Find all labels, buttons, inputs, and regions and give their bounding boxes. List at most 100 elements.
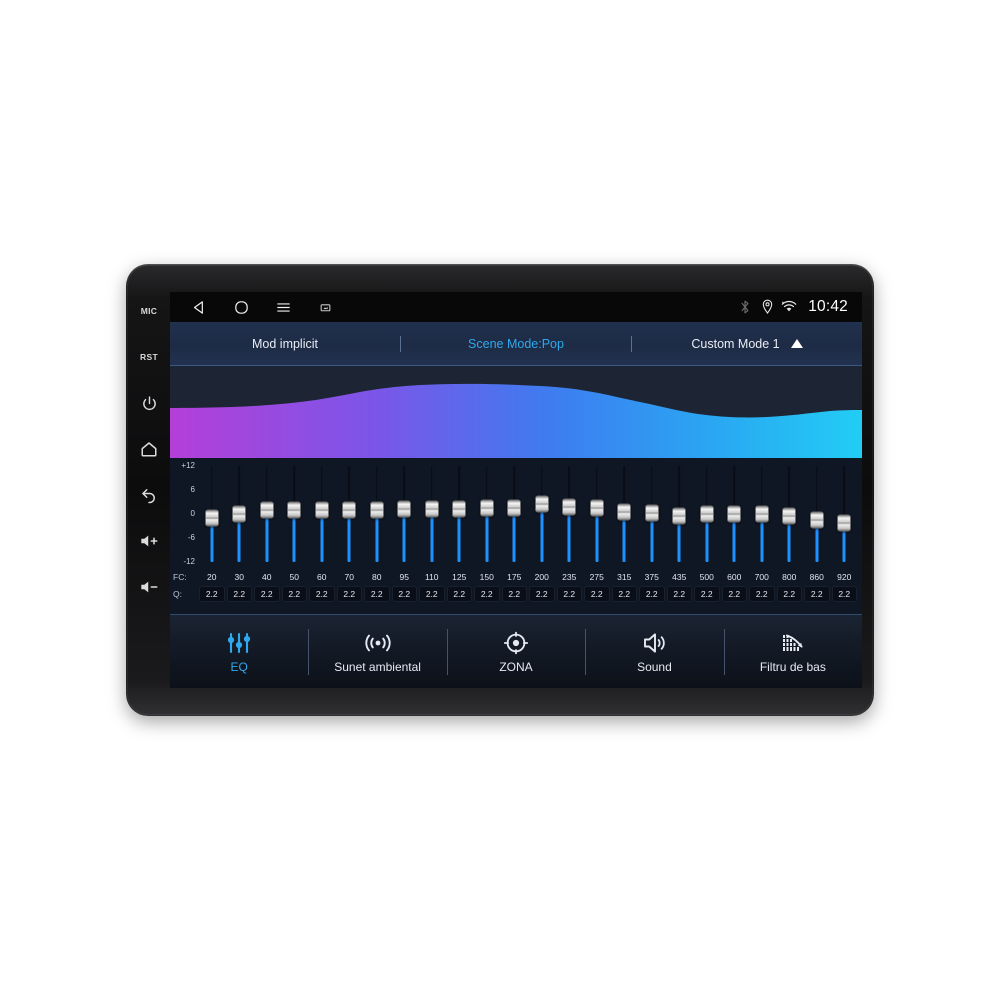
eq-band-knob[interactable] (809, 511, 824, 529)
eq-band-knob[interactable] (369, 501, 384, 519)
mode-default-button[interactable]: Mod implicit (170, 322, 400, 365)
mic-key[interactable]: MIC (126, 288, 172, 334)
eq-band-frequency: 80 (372, 572, 382, 582)
tab-zona[interactable]: ZONA (446, 615, 585, 688)
audio-visualizer (170, 366, 862, 458)
volume-up-key[interactable] (126, 518, 172, 564)
eq-band-q-value[interactable]: 2.2 (199, 585, 225, 602)
mode-custom-button[interactable]: Custom Mode 1 (632, 322, 862, 365)
eq-band-frequency: 30 (234, 572, 244, 582)
eq-band-slider[interactable] (748, 462, 776, 566)
back-triangle-icon (193, 300, 203, 314)
eq-band-knob[interactable] (754, 505, 769, 523)
eq-band-slider[interactable] (666, 462, 694, 566)
eq-band-knob[interactable] (397, 500, 412, 518)
eq-band-knob[interactable] (782, 507, 797, 525)
eq-band-track-lower (402, 517, 406, 562)
tab-eq[interactable]: EQ (170, 615, 308, 688)
eq-band-q-value[interactable]: 2.2 (776, 585, 802, 602)
volume-down-key[interactable] (126, 564, 172, 610)
eq-band-slider[interactable] (281, 462, 309, 566)
eq-band-q-value[interactable]: 2.2 (281, 585, 307, 602)
eq-band-q-value[interactable]: 2.2 (666, 585, 692, 602)
tab-ambient-sound[interactable]: Sunet ambiental (308, 615, 446, 688)
eq-band-frequency: 20 (207, 572, 217, 582)
eq-band-slider[interactable] (336, 462, 364, 566)
eq-band-q-value[interactable]: 2.2 (336, 585, 362, 602)
eq-band-slider[interactable] (308, 462, 336, 566)
eq-band-q-value[interactable]: 2.2 (556, 585, 582, 602)
eq-band-slider[interactable] (198, 462, 226, 566)
eq-band-slider[interactable] (611, 462, 639, 566)
power-key[interactable] (126, 380, 172, 426)
eq-band-slider[interactable] (363, 462, 391, 566)
eq-band-q-value[interactable]: 2.2 (226, 585, 252, 602)
eq-band-q-value[interactable]: 2.2 (501, 585, 527, 602)
eq-band-slider[interactable] (528, 462, 556, 566)
eq-band-q-value[interactable]: 2.2 (254, 585, 280, 602)
eq-band-q-value[interactable]: 2.2 (639, 585, 665, 602)
eq-band-slider[interactable] (473, 462, 501, 566)
eq-band-slider[interactable] (501, 462, 529, 566)
eq-band-knob[interactable] (507, 499, 522, 517)
eq-band-slider[interactable] (803, 462, 831, 566)
nav-back-button[interactable] (178, 292, 220, 322)
eq-band-q-value[interactable]: 2.2 (309, 585, 335, 602)
eq-band-knob[interactable] (617, 503, 632, 521)
eq-band-q-value[interactable]: 2.2 (529, 585, 555, 602)
back-key[interactable] (126, 472, 172, 518)
eq-band-knob[interactable] (672, 507, 687, 525)
tab-sound[interactable]: Sound (585, 615, 723, 688)
eq-band-knob[interactable] (699, 505, 714, 523)
mode-scene-button[interactable]: Scene Mode:Pop (401, 322, 631, 365)
eq-band-q-value[interactable]: 2.2 (831, 585, 857, 602)
eq-band-q-value[interactable]: 2.2 (364, 585, 390, 602)
eq-band-knob[interactable] (259, 501, 274, 519)
eq-band-q-value[interactable]: 2.2 (694, 585, 720, 602)
eq-band-knob[interactable] (562, 498, 577, 516)
eq-band-knob[interactable] (644, 504, 659, 522)
eq-band-knob[interactable] (727, 505, 742, 523)
eq-band-knob[interactable] (232, 505, 247, 523)
eq-band-q-value[interactable]: 2.2 (721, 585, 747, 602)
eq-band-slider[interactable] (226, 462, 254, 566)
eq-band-slider[interactable] (638, 462, 666, 566)
eq-band-slider[interactable] (721, 462, 749, 566)
wifi-icon (781, 300, 797, 312)
home-key[interactable] (126, 426, 172, 472)
eq-band-q-value[interactable]: 2.2 (804, 585, 830, 602)
eq-band-slider[interactable] (253, 462, 281, 566)
eq-band-slider[interactable] (418, 462, 446, 566)
eq-band-q-value[interactable]: 2.2 (446, 585, 472, 602)
eq-band-slider[interactable] (391, 462, 419, 566)
eq-band-q-value[interactable]: 2.2 (749, 585, 775, 602)
eq-band-slider[interactable] (776, 462, 804, 566)
eq-band-knob[interactable] (314, 501, 329, 519)
nav-home-button[interactable] (220, 292, 262, 322)
eq-band-q-value[interactable]: 2.2 (391, 585, 417, 602)
eq-band-q-value[interactable]: 2.2 (419, 585, 445, 602)
expand-up-icon[interactable] (790, 339, 803, 348)
eq-band-knob[interactable] (837, 514, 852, 532)
nav-screenshot-button[interactable] (304, 292, 346, 322)
eq-band-slider[interactable] (831, 462, 859, 566)
eq-band-knob[interactable] (424, 500, 439, 518)
eq-band-slider[interactable] (446, 462, 474, 566)
eq-band-knob[interactable] (479, 499, 494, 517)
eq-band-slider[interactable] (583, 462, 611, 566)
eq-band-knob[interactable] (589, 499, 604, 517)
eq-band-slider[interactable] (556, 462, 584, 566)
reset-key[interactable]: RST (126, 334, 172, 380)
tab-bass-filter[interactable]: Filtru de bas (723, 615, 862, 688)
nav-menu-button[interactable] (262, 292, 304, 322)
eq-band-q-value[interactable]: 2.2 (584, 585, 610, 602)
eq-band-slider[interactable] (693, 462, 721, 566)
eq-band-knob[interactable] (452, 500, 467, 518)
eq-band-knob[interactable] (534, 495, 549, 513)
eq-band-q-value[interactable]: 2.2 (474, 585, 500, 602)
eq-band-frequency: 40 (262, 572, 272, 582)
eq-band-knob[interactable] (287, 501, 302, 519)
eq-band-q-value[interactable]: 2.2 (611, 585, 637, 602)
eq-band-knob[interactable] (204, 509, 219, 527)
eq-band-knob[interactable] (342, 501, 357, 519)
